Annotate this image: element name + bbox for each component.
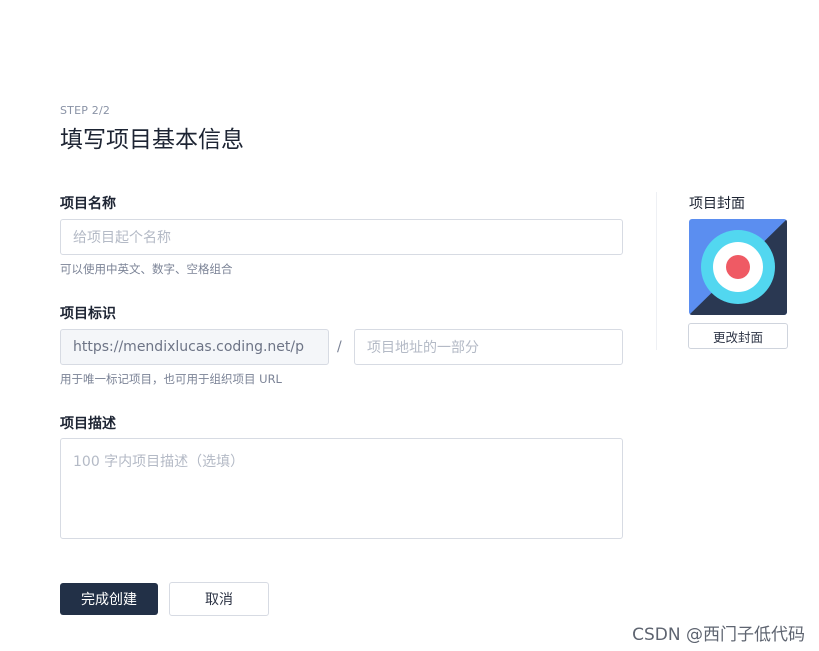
project-name-hint: 可以使用中英文、数字、空格组合 [60,262,233,276]
page-title: 填写项目基本信息 [60,127,244,153]
project-description-label: 项目描述 [60,416,116,432]
project-description-textarea[interactable]: 100 字内项目描述（选填） [60,438,623,539]
submit-button[interactable]: 完成创建 [60,583,158,615]
target-icon [689,219,787,315]
project-identifier-hint: 用于唯一标记项目，也可用于组织项目 URL [60,372,282,386]
change-cover-button[interactable]: 更改封面 [688,323,788,349]
project-identifier-label: 项目标识 [60,306,116,322]
watermark: CSDN @西门子低代码 [632,625,805,645]
project-url-prefix: https://mendixlucas.coding.net/p [60,329,329,365]
project-name-label: 项目名称 [60,196,116,212]
project-name-placeholder: 给项目起个名称 [73,230,171,246]
cover-label: 项目封面 [689,196,745,212]
url-separator: / [337,339,342,355]
cancel-button[interactable]: 取消 [169,582,269,616]
step-indicator: STEP 2/2 [60,104,111,117]
project-identifier-input[interactable]: 项目地址的一部分 [354,329,623,365]
vertical-divider [656,192,657,350]
cover-image [689,219,787,315]
project-description-placeholder: 100 字内项目描述（选填） [73,454,245,470]
project-url-prefix-text: https://mendixlucas.coding.net/p [73,339,304,355]
project-identifier-placeholder: 项目地址的一部分 [367,340,479,356]
project-name-input[interactable]: 给项目起个名称 [60,219,623,255]
